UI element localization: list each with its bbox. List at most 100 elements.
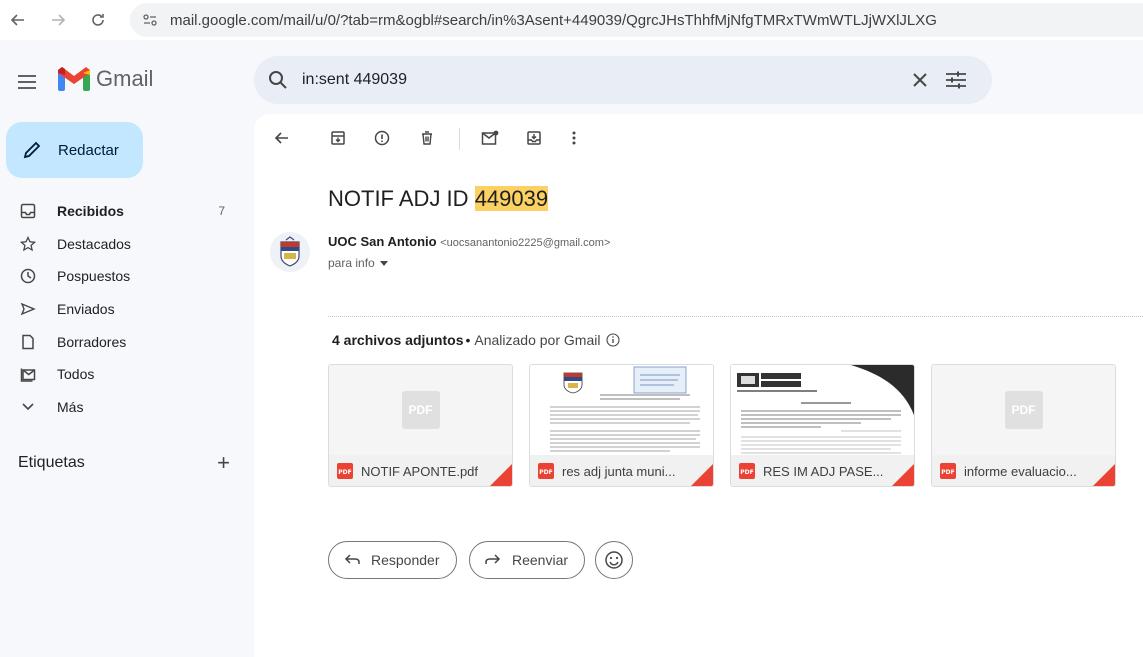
search-icon[interactable] (254, 56, 302, 104)
sidebar-item-todos[interactable]: Todos (0, 358, 245, 391)
pdf-icon: PDF (739, 463, 755, 479)
address-bar[interactable]: mail.google.com/mail/u/0/?tab=rm&ogbl#se… (130, 3, 1143, 37)
smiley-icon (605, 551, 623, 569)
chevron-down-icon (18, 397, 38, 417)
attachment-card[interactable]: PDF PDF informe evaluacio... (931, 364, 1116, 487)
labels-section-header: Etiquetas + (18, 452, 230, 474)
message-pane: NOTIF ADJ ID 449039 UOC San Antonio <uoc… (254, 114, 1143, 657)
attachment-card[interactable]: PDF res adj junta muni... (529, 364, 714, 487)
attachment-name: res adj junta muni... (562, 463, 676, 479)
pdf-placeholder-thumbnail: PDF (329, 365, 512, 455)
forward-arrow-icon (484, 551, 502, 569)
attachment-footer: PDF informe evaluacio... (932, 455, 1115, 486)
attachment-corner-icon (691, 464, 713, 486)
compose-button[interactable]: Redactar (6, 122, 143, 178)
sidebar-item-destacados[interactable]: Destacados (0, 228, 245, 261)
gmail-logo[interactable]: Gmail (58, 66, 153, 92)
recipient-line: para info (328, 256, 375, 270)
pdf-icon: PDF (538, 463, 554, 479)
attachments-count: 4 archivos adjuntos (332, 332, 464, 348)
sidebar-item-label: Borradores (57, 333, 127, 350)
attachment-footer: PDF res adj junta muni... (530, 455, 713, 486)
archive-icon[interactable] (326, 126, 350, 150)
recipients-toggle[interactable]: para info (328, 256, 388, 270)
document-preview-thumbnail (731, 365, 914, 455)
sidebar-item-label: Más (57, 398, 84, 415)
divider (328, 316, 1143, 317)
subject-search-highlight: 449039 (474, 186, 549, 211)
reply-button[interactable]: Responder (328, 541, 457, 579)
sender-line: UOC San Antonio <uocsanantonio2225@gmail… (328, 234, 610, 249)
svg-text:PDF: PDF (338, 469, 351, 476)
attachment-card[interactable]: PDF RES IM ADJ PASE... (730, 364, 915, 487)
gmail-m-icon (58, 67, 90, 91)
site-settings-icon[interactable] (138, 8, 162, 32)
browser-toolbar: mail.google.com/mail/u/0/?tab=rm&ogbl#se… (0, 0, 1143, 40)
sidebar-item-label: Pospuestos (57, 268, 131, 285)
attachment-corner-icon (490, 464, 512, 486)
toolbar-divider (459, 128, 460, 150)
sidebar-nav: Recibidos 7 Destacados Pospuestos Enviad… (0, 195, 245, 423)
attachment-footer: PDF RES IM ADJ PASE... (731, 455, 914, 486)
sidebar-item-borradores[interactable]: Borradores (0, 325, 245, 358)
svg-text:PDF: PDF (941, 469, 954, 476)
attachment-corner-icon (1093, 464, 1115, 486)
back-icon[interactable] (4, 6, 32, 34)
more-options-icon[interactable] (562, 126, 586, 150)
attachment-footer: PDF NOTIF APONTE.pdf (329, 455, 512, 486)
document-preview-thumbnail (530, 365, 713, 455)
reload-icon[interactable] (84, 6, 112, 34)
move-to-icon[interactable] (522, 126, 546, 150)
forward-icon[interactable] (44, 6, 72, 34)
pdf-placeholder-label: PDF (1004, 391, 1043, 429)
attachment-name: informe evaluacio... (964, 463, 1077, 479)
avatar[interactable] (270, 232, 310, 272)
pdf-placeholder-thumbnail: PDF (932, 365, 1115, 455)
labels-title: Etiquetas (18, 454, 85, 471)
delete-icon[interactable] (415, 126, 439, 150)
close-icon[interactable] (908, 68, 932, 92)
forward-button[interactable]: Reenviar (469, 541, 586, 579)
scanned-label: Analizado por Gmail (474, 332, 601, 348)
compose-label: Redactar (58, 141, 119, 159)
pdf-icon: PDF (337, 463, 353, 479)
svg-text:PDF: PDF (539, 469, 552, 476)
search-options-icon[interactable] (944, 68, 968, 92)
search-bar[interactable] (254, 56, 992, 104)
app-name: Gmail (96, 66, 154, 91)
message-toolbar (254, 114, 1143, 162)
svg-text:PDF: PDF (740, 469, 753, 476)
sidebar-item-recibidos[interactable]: Recibidos 7 (0, 195, 245, 228)
sidebar-item-mas[interactable]: Más (0, 391, 245, 424)
attachment-name: RES IM ADJ PASE... (763, 463, 884, 479)
pdf-icon: PDF (940, 463, 956, 479)
star-icon (18, 234, 38, 254)
caret-down-icon (379, 260, 388, 266)
sidebar-item-label: Todos (57, 366, 95, 383)
info-icon[interactable] (606, 333, 621, 347)
reply-label: Responder (371, 552, 440, 568)
sender-email: <uocsanantonio2225@gmail.com> (440, 237, 611, 249)
subject-text: NOTIF ADJ ID (328, 186, 475, 211)
sender-name[interactable]: UOC San Antonio (328, 234, 437, 249)
sidebar-item-pospuestos[interactable]: Pospuestos (0, 260, 245, 293)
emoji-reaction-button[interactable] (595, 541, 633, 579)
add-label-button[interactable]: + (217, 452, 230, 474)
sidebar-item-enviados[interactable]: Enviados (0, 293, 245, 326)
mark-unread-icon[interactable] (478, 126, 502, 150)
draft-icon (18, 332, 38, 352)
sidebar-item-label: Recibidos (57, 203, 124, 220)
attachment-name: NOTIF APONTE.pdf (361, 463, 479, 479)
forward-label: Reenviar (512, 552, 569, 568)
inbox-icon (18, 201, 38, 221)
attachments-header: 4 archivos adjuntos • Analizado por Gmai… (332, 332, 621, 348)
attachment-corner-icon (892, 464, 914, 486)
attachment-card[interactable]: PDF PDF NOTIF APONTE.pdf (328, 364, 513, 487)
back-to-list-icon[interactable] (270, 126, 294, 150)
all-mail-icon (18, 364, 38, 384)
pdf-placeholder-label: PDF (401, 391, 440, 429)
pencil-icon (20, 138, 44, 162)
report-spam-icon[interactable] (370, 126, 394, 150)
main-menu-icon[interactable] (14, 70, 40, 94)
search-input[interactable] (302, 71, 882, 89)
